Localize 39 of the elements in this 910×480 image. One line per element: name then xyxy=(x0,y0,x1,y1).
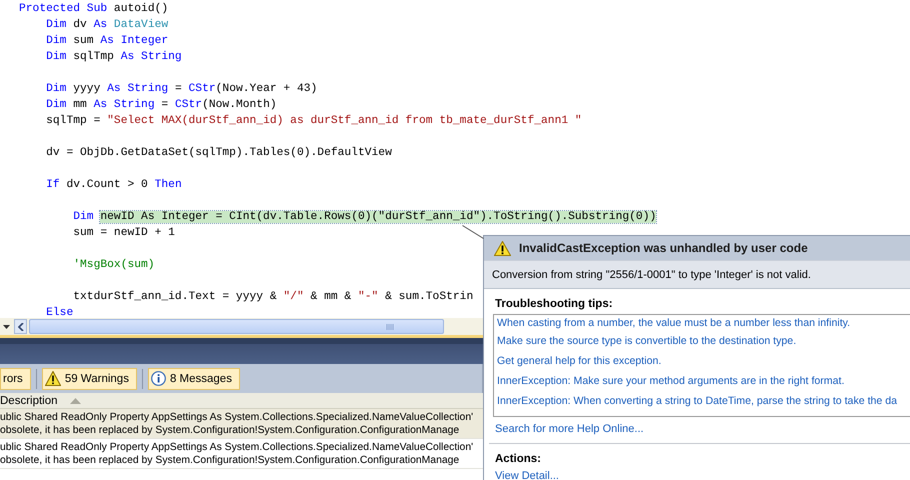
tip-link[interactable]: Make sure the source type is convertible to the destination type. xyxy=(497,331,796,351)
code-line: sqlTmp = "Select MAX(durStf_ann_id) as durStf_ann_id from tb_mate_durStf_ann1 " xyxy=(45,114,582,129)
warnings-filter-button[interactable]: 59 Warnings xyxy=(42,368,137,390)
info-icon xyxy=(150,371,166,386)
tip-link[interactable]: InnerException: When converting a string to DateTime, parse the string to take the da xyxy=(497,391,898,411)
error-list-row[interactable]: ublic Shared ReadOnly Property AppSettings As System.Collections.Specialized.NameValueCollection' obsolete, it has been replaced by System.Configuration!System.Configuration.ConfigurationManage xyxy=(0,409,483,439)
tips-heading: Troubleshooting tips: xyxy=(494,297,614,311)
tip-link[interactable]: Get general help for this exception. xyxy=(497,351,662,371)
code-line: Dim mm As String = CStr(Now.Month) xyxy=(45,98,277,113)
code-line: If dv.Count > 0 Then xyxy=(45,178,182,193)
exception-title: InvalidCastException was unhandled by user code xyxy=(519,241,808,255)
errors-filter-button[interactable]: rors xyxy=(0,368,31,390)
code-line: Dim yyyy As String = CStr(Now.Year + 43) xyxy=(45,82,318,97)
action-link[interactable]: View Detail... xyxy=(495,466,559,480)
warning-icon xyxy=(44,371,61,386)
tip-link[interactable]: When casting from a number, the value must be a number less than infinity. xyxy=(497,315,850,331)
leader-line xyxy=(462,225,484,239)
messages-filter-button[interactable]: 8 Messages xyxy=(148,368,240,390)
code-line: Dim newID As Integer = CInt(dv.Table.Rows(0)("durStf_ann_id").ToString().Substring(0)) xyxy=(72,210,656,225)
code-line: txtdurStf_ann_id.Text = yyyy & "/" & mm & "-" & sum.ToStrin xyxy=(72,290,474,305)
column-header[interactable]: Description xyxy=(0,394,58,406)
scroll-left-button[interactable] xyxy=(14,319,27,334)
warning-icon xyxy=(494,240,511,256)
code-line: dv = ObjDb.GetDataSet(sqlTmp).Tables(0).DefaultView xyxy=(45,146,392,161)
dropdown-arrow-icon[interactable] xyxy=(2,324,10,328)
tip-link[interactable]: InnerException: Make sure your method arguments are in the right format. xyxy=(497,371,844,391)
exception-message: Conversion from string "2556/1-0001" to type 'Integer' is not valid. xyxy=(492,268,811,280)
horizontal-scrollbar-thumb[interactable] xyxy=(29,319,444,334)
code-line: 'MsgBox(sum) xyxy=(72,258,155,273)
code-line: Dim sum As Integer xyxy=(45,34,168,49)
code-line: Dim sqlTmp As String xyxy=(45,50,182,65)
help-online-link[interactable]: Search for more Help Online... xyxy=(495,419,644,439)
code-line: sum = newID + 1 xyxy=(72,226,175,241)
sort-ascending-icon xyxy=(70,398,81,404)
actions-heading: Actions: xyxy=(494,452,542,466)
error-list-row[interactable]: ublic Shared ReadOnly Property AppSettings As System.Collections.Specialized.NameValueCollection' obsolete, it has been replaced by System.Configuration!System.Configuration.ConfigurationManage xyxy=(0,439,483,469)
code-line: Dim dv As DataView xyxy=(45,18,168,33)
code-line: Else xyxy=(45,306,74,318)
code-line: Protected Sub autoid() xyxy=(19,2,168,17)
